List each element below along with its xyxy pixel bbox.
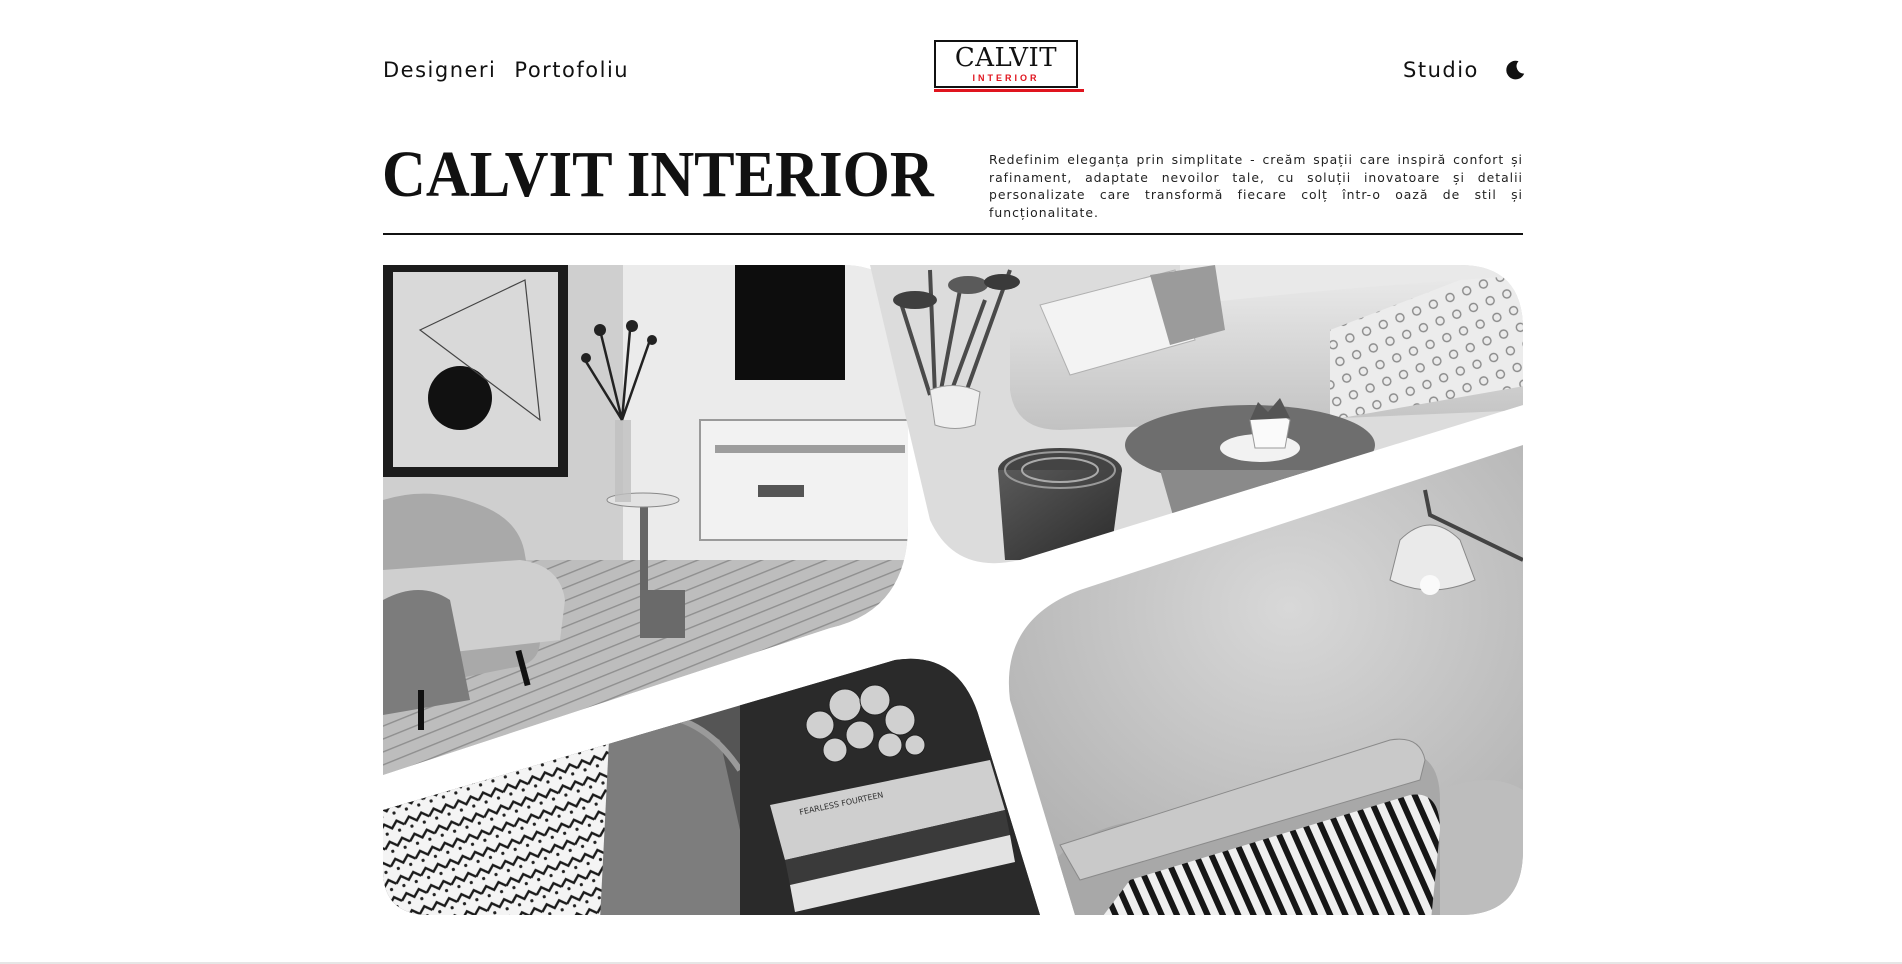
- page: Designeri Portofoliu CALVIT INTERIOR Stu…: [0, 0, 1902, 964]
- gallery: FEARLESS FOURTEEN: [383, 265, 1523, 915]
